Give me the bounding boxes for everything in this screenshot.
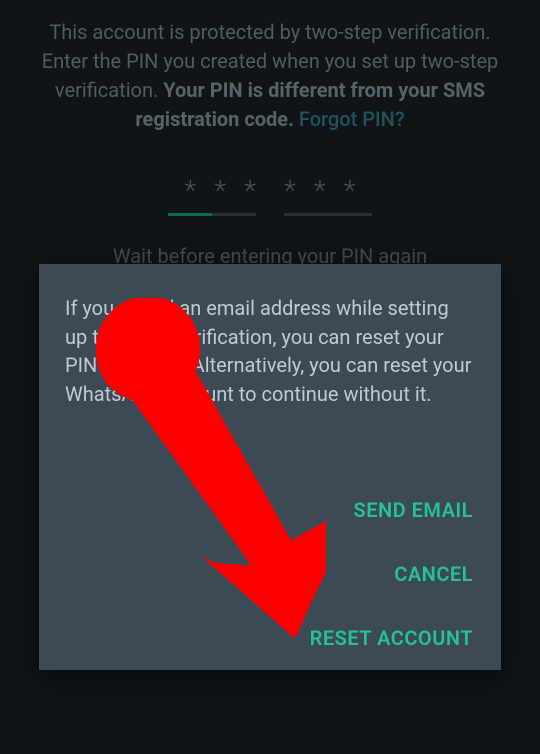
forgot-pin-dialog: If you added an email address while sett…: [39, 264, 501, 670]
cancel-button[interactable]: CANCEL: [394, 562, 473, 586]
dialog-body-text: If you added an email address while sett…: [39, 264, 501, 408]
reset-account-button[interactable]: RESET ACCOUNT: [310, 626, 473, 650]
send-email-button[interactable]: SEND EMAIL: [353, 498, 473, 522]
dialog-actions: SEND EMAIL CANCEL RESET ACCOUNT: [310, 498, 473, 650]
